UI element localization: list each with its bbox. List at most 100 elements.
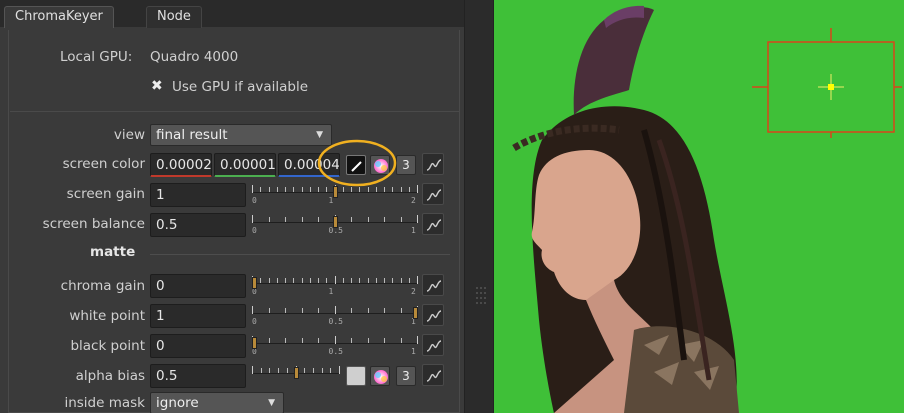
crosshair-center[interactable] — [828, 84, 834, 90]
animation-curve-icon[interactable] — [422, 364, 444, 386]
slider-tick — [417, 185, 418, 193]
slider-knob[interactable] — [252, 337, 257, 349]
view-label: view — [113, 127, 145, 143]
chroma-gain-label: chroma gain — [60, 278, 145, 294]
slider-tick — [384, 308, 385, 313]
highlight-circle — [317, 139, 397, 187]
slider-tick — [400, 187, 402, 192]
inside-mask-label: inside mask — [64, 395, 145, 411]
gpu-checkbox[interactable]: ✖ — [151, 78, 163, 94]
slider-tick — [312, 368, 314, 373]
color-wheel-icon[interactable] — [370, 366, 390, 386]
section-line — [150, 254, 450, 255]
slider-knob[interactable] — [293, 367, 299, 379]
slider-tick — [400, 217, 402, 222]
slider-tick — [367, 278, 369, 283]
animation-curve-icon[interactable] — [422, 304, 444, 326]
slider-tick — [252, 185, 253, 193]
gpu-label: Local GPU: — [60, 49, 133, 65]
inside-mask-dropdown[interactable]: ignore ▼ — [150, 392, 284, 413]
slider-knob[interactable] — [252, 277, 257, 289]
slider-knob[interactable] — [332, 186, 338, 198]
slider-tick — [408, 187, 410, 192]
slider-tick — [367, 308, 369, 313]
alpha-bias-channels[interactable]: 3 — [396, 366, 416, 386]
chroma-gain-field[interactable]: 0 — [150, 274, 246, 298]
inside-mask-value: ignore — [156, 395, 199, 411]
slider-knob[interactable] — [332, 216, 338, 228]
slider-tick — [285, 187, 286, 192]
slider-tick — [334, 276, 336, 284]
viewer[interactable] — [494, 0, 904, 413]
slider-tick-label: 1 — [328, 287, 334, 296]
grip-icon — [476, 287, 486, 304]
white-point-label: white point — [69, 308, 145, 324]
slider-tick — [417, 276, 418, 284]
slider-tick-label: 0 — [252, 226, 257, 235]
screen-color-label: screen color — [62, 156, 145, 172]
slider-tick — [367, 338, 369, 343]
animation-curve-icon[interactable] — [422, 213, 444, 235]
slider-tick — [318, 217, 319, 222]
slider-tick — [276, 278, 278, 283]
slider-tick — [278, 368, 280, 373]
alpha-bias-field[interactable]: 0.5 — [150, 364, 246, 388]
animation-curve-icon[interactable] — [422, 183, 444, 205]
slider-tick — [330, 368, 332, 373]
screen-gain-slider[interactable]: 012 — [252, 183, 418, 213]
slider-tick — [285, 278, 286, 283]
slider-tick — [417, 215, 418, 223]
slider-tick — [351, 308, 352, 313]
animation-curve-icon[interactable] — [422, 274, 444, 296]
white-point-slider[interactable]: 0 0.5 1 — [252, 304, 418, 334]
matte-heading: matte — [90, 244, 136, 260]
slider-tick — [285, 308, 286, 313]
slider-tick — [375, 187, 377, 192]
chroma-gain-slider[interactable]: 012 — [252, 274, 418, 304]
animation-curve-icon[interactable] — [422, 334, 444, 356]
screen-gain-field[interactable]: 1 — [150, 183, 246, 207]
screen-color-channels[interactable]: 3 — [396, 155, 416, 175]
slider-tick — [268, 338, 270, 343]
slider-tick — [301, 217, 303, 222]
view-dropdown-value: final result — [156, 127, 228, 143]
slider-tick — [304, 368, 306, 373]
slider-tick — [293, 278, 295, 283]
view-dropdown[interactable]: final result ▼ — [150, 124, 332, 146]
animation-curve-icon[interactable] — [422, 153, 444, 175]
screen-color-r-field[interactable]: 0.00002 — [150, 153, 212, 177]
sample-region-overlay[interactable] — [752, 28, 902, 138]
black-point-label: black point — [70, 338, 145, 354]
panel-splitter[interactable] — [464, 0, 494, 413]
slider-tick — [408, 278, 410, 283]
screen-color-g-field[interactable]: 0.00001 — [214, 153, 276, 177]
separator — [10, 111, 460, 112]
slider-tick-label: 0.5 — [328, 317, 343, 326]
tab-chromakeyer[interactable]: ChromaKeyer — [4, 6, 114, 28]
black-point-field[interactable]: 0 — [150, 334, 246, 358]
slider-tick — [342, 278, 344, 283]
slider-tick — [252, 215, 253, 223]
slider-tick — [417, 336, 418, 344]
screen-balance-field[interactable]: 0.5 — [150, 213, 246, 237]
slider-knob[interactable] — [413, 307, 418, 319]
screen-balance-slider[interactable]: 0 0.5 1 — [252, 213, 418, 243]
slider-tick — [351, 278, 352, 283]
slider-tick — [359, 278, 361, 283]
swatch-button[interactable] — [346, 366, 366, 386]
slider-tick-label: 2 — [411, 287, 416, 296]
white-point-field[interactable]: 1 — [150, 304, 246, 328]
slider-tick — [269, 368, 271, 373]
slider-tick — [268, 278, 270, 283]
slider-tick — [301, 308, 303, 313]
slider-tick — [276, 187, 278, 192]
slider-tick — [375, 278, 377, 283]
slider-tick — [342, 187, 344, 192]
slider-tick — [268, 308, 270, 313]
black-point-slider[interactable]: 0 0.5 1 — [252, 334, 418, 364]
properties-panel: ChromaKeyer Node Local GPU: Quadro 4000 … — [0, 0, 464, 413]
alpha-bias-slider[interactable] — [252, 364, 340, 394]
tab-node[interactable]: Node — [146, 6, 202, 28]
slider-tick — [285, 217, 286, 222]
slider-tick-label: 0 — [252, 196, 257, 205]
